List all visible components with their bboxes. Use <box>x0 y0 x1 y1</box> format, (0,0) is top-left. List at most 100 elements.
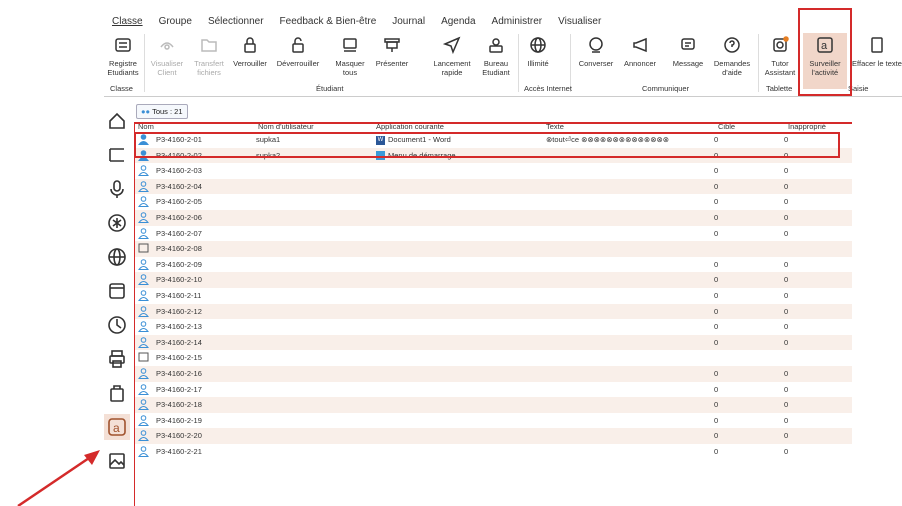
table-row[interactable]: P3-4160-2-08 <box>134 241 852 257</box>
table-row[interactable]: P3-4160-2-10 0 0 <box>134 272 852 288</box>
sidebar-image-icon[interactable] <box>104 448 130 474</box>
effacer-label: Effacer le texte <box>852 59 902 68</box>
tutor-button[interactable]: Tutor Assistant <box>760 34 800 77</box>
cell-name: P3-4160-2-15 <box>156 350 202 366</box>
table-row[interactable]: P3-4160-2-15 <box>134 350 852 366</box>
cell-name: P3-4160-2-13 <box>156 319 202 335</box>
menu-administrer[interactable]: Administrer <box>484 14 551 32</box>
message-button[interactable]: Message <box>670 34 706 68</box>
sidebar-window-icon[interactable] <box>104 278 130 304</box>
cell-inap-text: 0 <box>784 446 789 456</box>
transfert-button[interactable]: Transfert fichiers <box>192 34 226 77</box>
tutor-label: Tutor Assistant <box>764 59 796 77</box>
table-row[interactable]: P3-4160-2-14 0 0 <box>134 334 852 351</box>
sidebar-asterisk-icon[interactable] <box>104 210 130 236</box>
cell-inap: 0 <box>784 272 788 288</box>
cell-cible-text: 0 <box>714 197 719 207</box>
table-row[interactable]: P3-4160-2-04 0 0 <box>134 178 852 195</box>
verrouiller-button[interactable]: Verrouiller <box>230 34 270 68</box>
cell-name-text: P3-4160-2-07 <box>156 228 202 238</box>
lock-icon <box>239 34 261 56</box>
table-row[interactable]: P3-4160-2-12 0 0 <box>134 303 852 320</box>
cell-name: P3-4160-2-07 <box>156 226 202 242</box>
sidebar-clock-icon[interactable] <box>104 312 130 338</box>
registre-button[interactable]: Registre Etudiants <box>106 34 140 77</box>
table-row[interactable]: P3-4160-2-11 0 0 <box>134 288 852 304</box>
visualiser-client-button[interactable]: Visualiser Client <box>150 34 184 77</box>
menu-feedback[interactable]: Feedback & Bien-être <box>272 14 385 32</box>
annoncer-button[interactable]: Annoncer <box>622 34 658 68</box>
sidebar-home-icon[interactable] <box>104 108 130 134</box>
table-row[interactable]: P3-4160-2-06 0 0 <box>134 209 852 226</box>
lancement-button[interactable]: Lancement rapide <box>430 34 474 77</box>
screen-icon <box>138 243 149 254</box>
sidebar-device-icon[interactable] <box>104 380 130 406</box>
cell-cible: 0 <box>714 413 718 429</box>
demandes-button[interactable]: Demandes d'aide <box>712 34 752 77</box>
cell-cible-text: 0 <box>714 166 719 176</box>
table-row[interactable]: P3-4160-2-07 0 0 <box>134 226 852 242</box>
menu-journal[interactable]: Journal <box>384 14 433 32</box>
cell-inap: 0 <box>784 179 788 195</box>
menu-classe[interactable]: Classe <box>104 14 151 32</box>
message-label: Message <box>672 59 704 68</box>
sidebar-printer-icon[interactable] <box>104 346 130 372</box>
table-row[interactable]: P3-4160-2-21 0 0 <box>134 444 852 460</box>
divider <box>144 34 145 92</box>
deverrouiller-label: Déverrouiller <box>276 59 320 68</box>
students-table: Nom Nom d'utilisateur Application couran… <box>134 122 852 459</box>
user-icon <box>137 290 150 301</box>
cell-name-text: P3-4160-2-16 <box>156 368 202 378</box>
ribbon-divider <box>104 96 902 97</box>
bureau-button[interactable]: Bureau Etudiant <box>478 34 514 77</box>
student-desktop-icon <box>485 34 507 56</box>
cell-name-text: P3-4160-2-09 <box>156 259 202 269</box>
menu-selectionner[interactable]: Sélectionner <box>200 14 272 32</box>
table-row[interactable]: P3-4160-2-03 0 0 <box>134 163 852 179</box>
registre-label: Registre Etudiants <box>107 59 139 77</box>
table-row[interactable]: P3-4160-2-20 0 0 <box>134 428 852 444</box>
converser-button[interactable]: Converser <box>576 34 616 68</box>
table-row[interactable]: P3-4160-2-05 0 0 <box>134 194 852 210</box>
table-row[interactable]: P3-4160-2-17 0 0 <box>134 382 852 398</box>
sidebar-microphone-icon[interactable] <box>104 176 130 202</box>
table-left-border <box>134 123 135 506</box>
cell-inap: 0 <box>784 397 788 413</box>
unlock-icon <box>287 34 309 56</box>
cell-inap-text: 0 <box>784 384 789 394</box>
cell-cible: 0 <box>714 382 718 398</box>
masquer-button[interactable]: Masquer tous <box>332 34 368 77</box>
table-row[interactable]: P3-4160-2-16 0 0 <box>134 365 852 382</box>
sidebar-monitor-icon[interactable] <box>104 142 130 168</box>
menu-groupe[interactable]: Groupe <box>151 14 200 32</box>
cell-name: P3-4160-2-12 <box>156 304 202 320</box>
cell-cible-text: 0 <box>714 290 719 300</box>
table-row[interactable]: P3-4160-2-19 0 0 <box>134 413 852 429</box>
deverrouiller-button[interactable]: Déverrouiller <box>272 34 324 68</box>
menu-visualiser[interactable]: Visualiser <box>550 14 609 32</box>
illimite-button[interactable]: Illimité <box>522 34 554 68</box>
cell-cible-text: 0 <box>714 446 719 456</box>
user-icon <box>137 321 150 333</box>
sidebar-monitor-activity-icon[interactable]: a <box>104 414 130 440</box>
divider <box>518 34 519 92</box>
group-acces: Accès Internet <box>524 84 572 93</box>
sidebar-globe-icon[interactable] <box>104 244 130 270</box>
cell-inap: 0 <box>784 194 788 210</box>
cell-name: P3-4160-2-18 <box>156 397 202 413</box>
menu-agenda[interactable]: Agenda <box>433 14 483 32</box>
table-row[interactable]: P3-4160-2-09 0 0 <box>134 257 852 273</box>
table-row[interactable]: P3-4160-2-18 0 0 <box>134 397 852 413</box>
verrouiller-label: Verrouiller <box>233 59 267 68</box>
cell-inap-text: 0 <box>784 337 789 347</box>
user-icon <box>137 368 150 379</box>
effacer-button[interactable]: Effacer le texte <box>852 34 902 68</box>
megaphone-icon <box>629 34 651 56</box>
cell-name: P3-4160-2-04 <box>156 179 202 195</box>
table-row[interactable]: P3-4160-2-13 0 0 <box>134 319 852 335</box>
all-students-button[interactable]: ●● Tous : 21 <box>136 104 188 119</box>
clear-text-icon <box>866 34 888 56</box>
message-icon <box>677 34 699 56</box>
cell-cible: 0 <box>714 428 718 444</box>
presenter-button[interactable]: Présenter <box>372 34 412 68</box>
